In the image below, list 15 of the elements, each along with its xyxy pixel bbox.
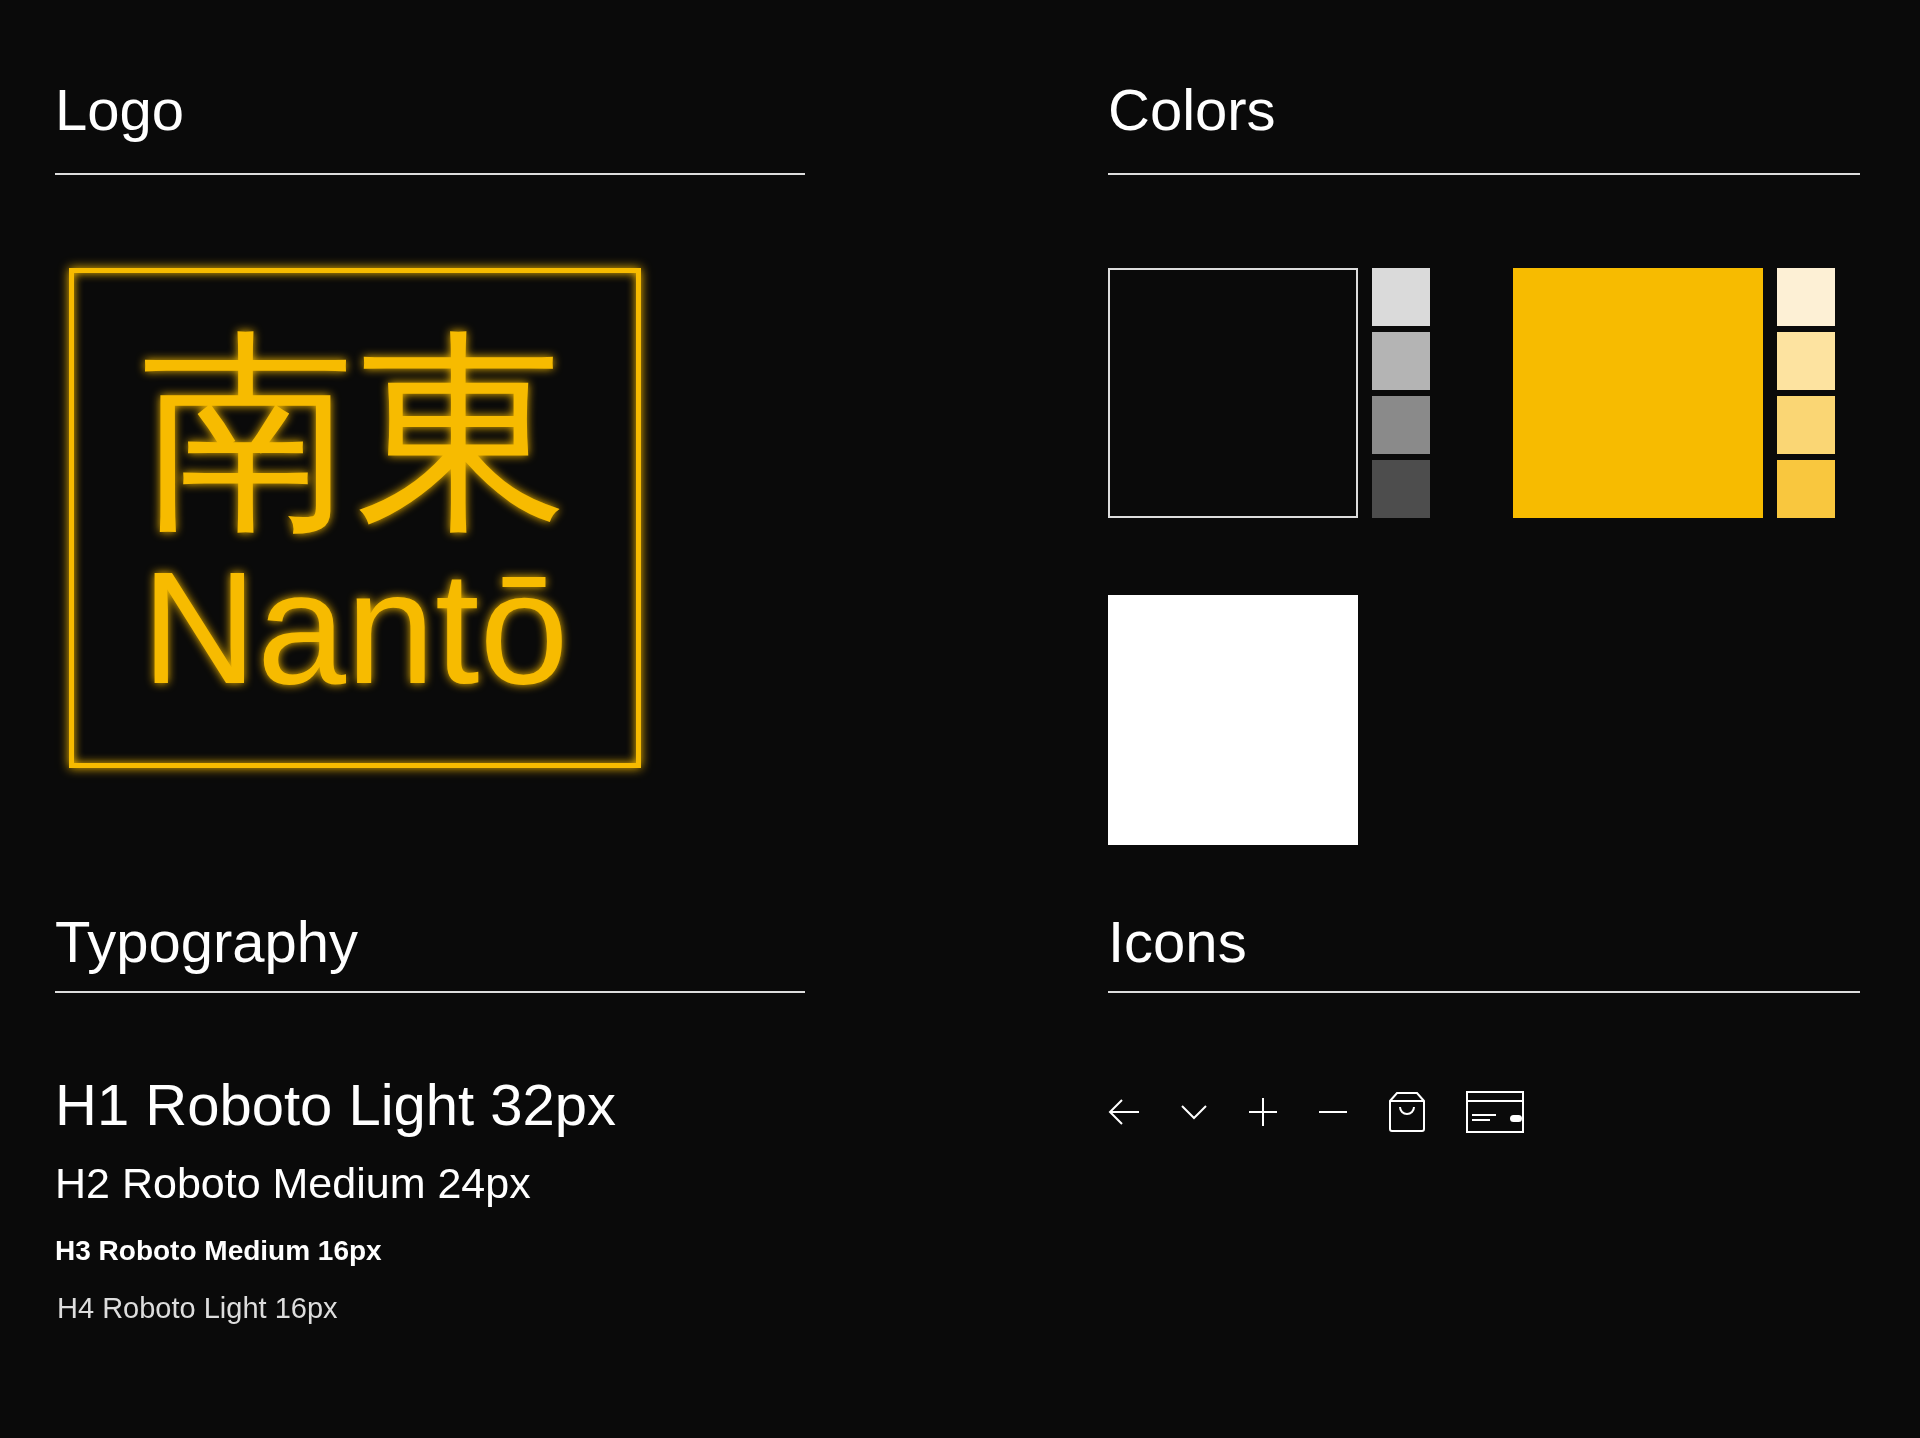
logo: 南東 Nantō: [69, 268, 641, 768]
chevron-down-icon: [1180, 1104, 1208, 1120]
plus-icon: [1248, 1097, 1278, 1127]
type-sample: H1 Roboto Light 32px: [55, 1073, 617, 1137]
credit-card-icon: [1466, 1091, 1524, 1133]
arrow-left-icon: [1108, 1098, 1140, 1126]
section-heading: Colors: [1108, 80, 1277, 140]
type-sample: H3 Roboto Medium 16px: [55, 1235, 382, 1267]
type-sample: H4 Roboto Light 16px: [57, 1291, 338, 1325]
minus-icon: [1318, 1110, 1348, 1114]
shopping-bag-icon: [1388, 1091, 1426, 1133]
section-heading: Typography: [55, 912, 360, 972]
section-heading: Icons: [1108, 912, 1248, 972]
type-sample: H2 Roboto Medium 24px: [55, 1159, 531, 1207]
section-heading: Logo: [55, 80, 186, 140]
